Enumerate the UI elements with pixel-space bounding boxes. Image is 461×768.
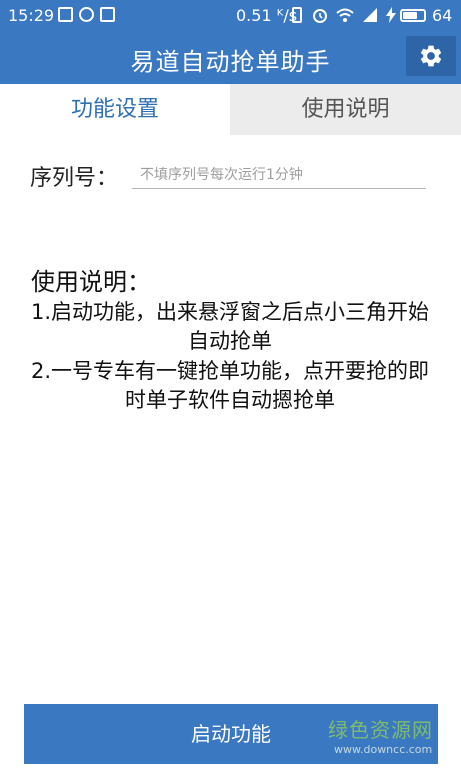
app-screen: 15:29 0.51 ᴷ/s 64 易道自动抢单助手 功能设置 使用说明 序列号… <box>0 0 461 768</box>
instruction-item: 1.启动功能，出来悬浮窗之后点小三角开始自动抢单 <box>30 300 430 353</box>
instruction-item: 2.一号专车有一键抢单功能，点开要抢的即时单子软件自动摁抢单 <box>30 359 430 412</box>
battery-icon <box>400 9 426 22</box>
status-bar: 15:29 0.51 ᴷ/s 64 <box>0 0 461 32</box>
serial-label: 序列号： <box>30 166 119 191</box>
app-title: 易道自动抢单助手 <box>130 48 331 76</box>
signal-icon <box>363 8 377 22</box>
app-bar: 易道自动抢单助手 <box>0 32 461 84</box>
check-circle-icon <box>79 7 94 22</box>
battery-level: 64 <box>432 6 453 25</box>
image-icon <box>58 7 73 22</box>
settings-button[interactable] <box>406 36 456 76</box>
instructions-title: 使用说明： <box>31 268 151 296</box>
battery-fill <box>403 12 418 19</box>
notification-icon <box>100 7 115 22</box>
start-button[interactable]: 启动功能 <box>24 704 438 764</box>
wifi-icon <box>336 8 354 22</box>
serial-input[interactable] <box>132 161 426 189</box>
alarm-icon <box>313 9 327 23</box>
tab-function-settings[interactable]: 功能设置 <box>0 84 230 135</box>
vibrate-icon <box>292 7 302 23</box>
tab-usage-instructions[interactable]: 使用说明 <box>230 84 461 135</box>
status-icons-right <box>290 7 396 23</box>
status-time: 15:29 <box>8 6 55 25</box>
instructions-list: 1.启动功能，出来悬浮窗之后点小三角开始自动抢单 2.一号专车有一键抢单功能，点… <box>30 298 430 416</box>
gear-icon <box>420 45 442 67</box>
net-speed: 0.51 ᴷ/s <box>236 6 298 25</box>
status-icons-left <box>58 7 115 22</box>
charging-icon <box>386 7 396 23</box>
tab-bar: 功能设置 使用说明 <box>0 84 461 135</box>
